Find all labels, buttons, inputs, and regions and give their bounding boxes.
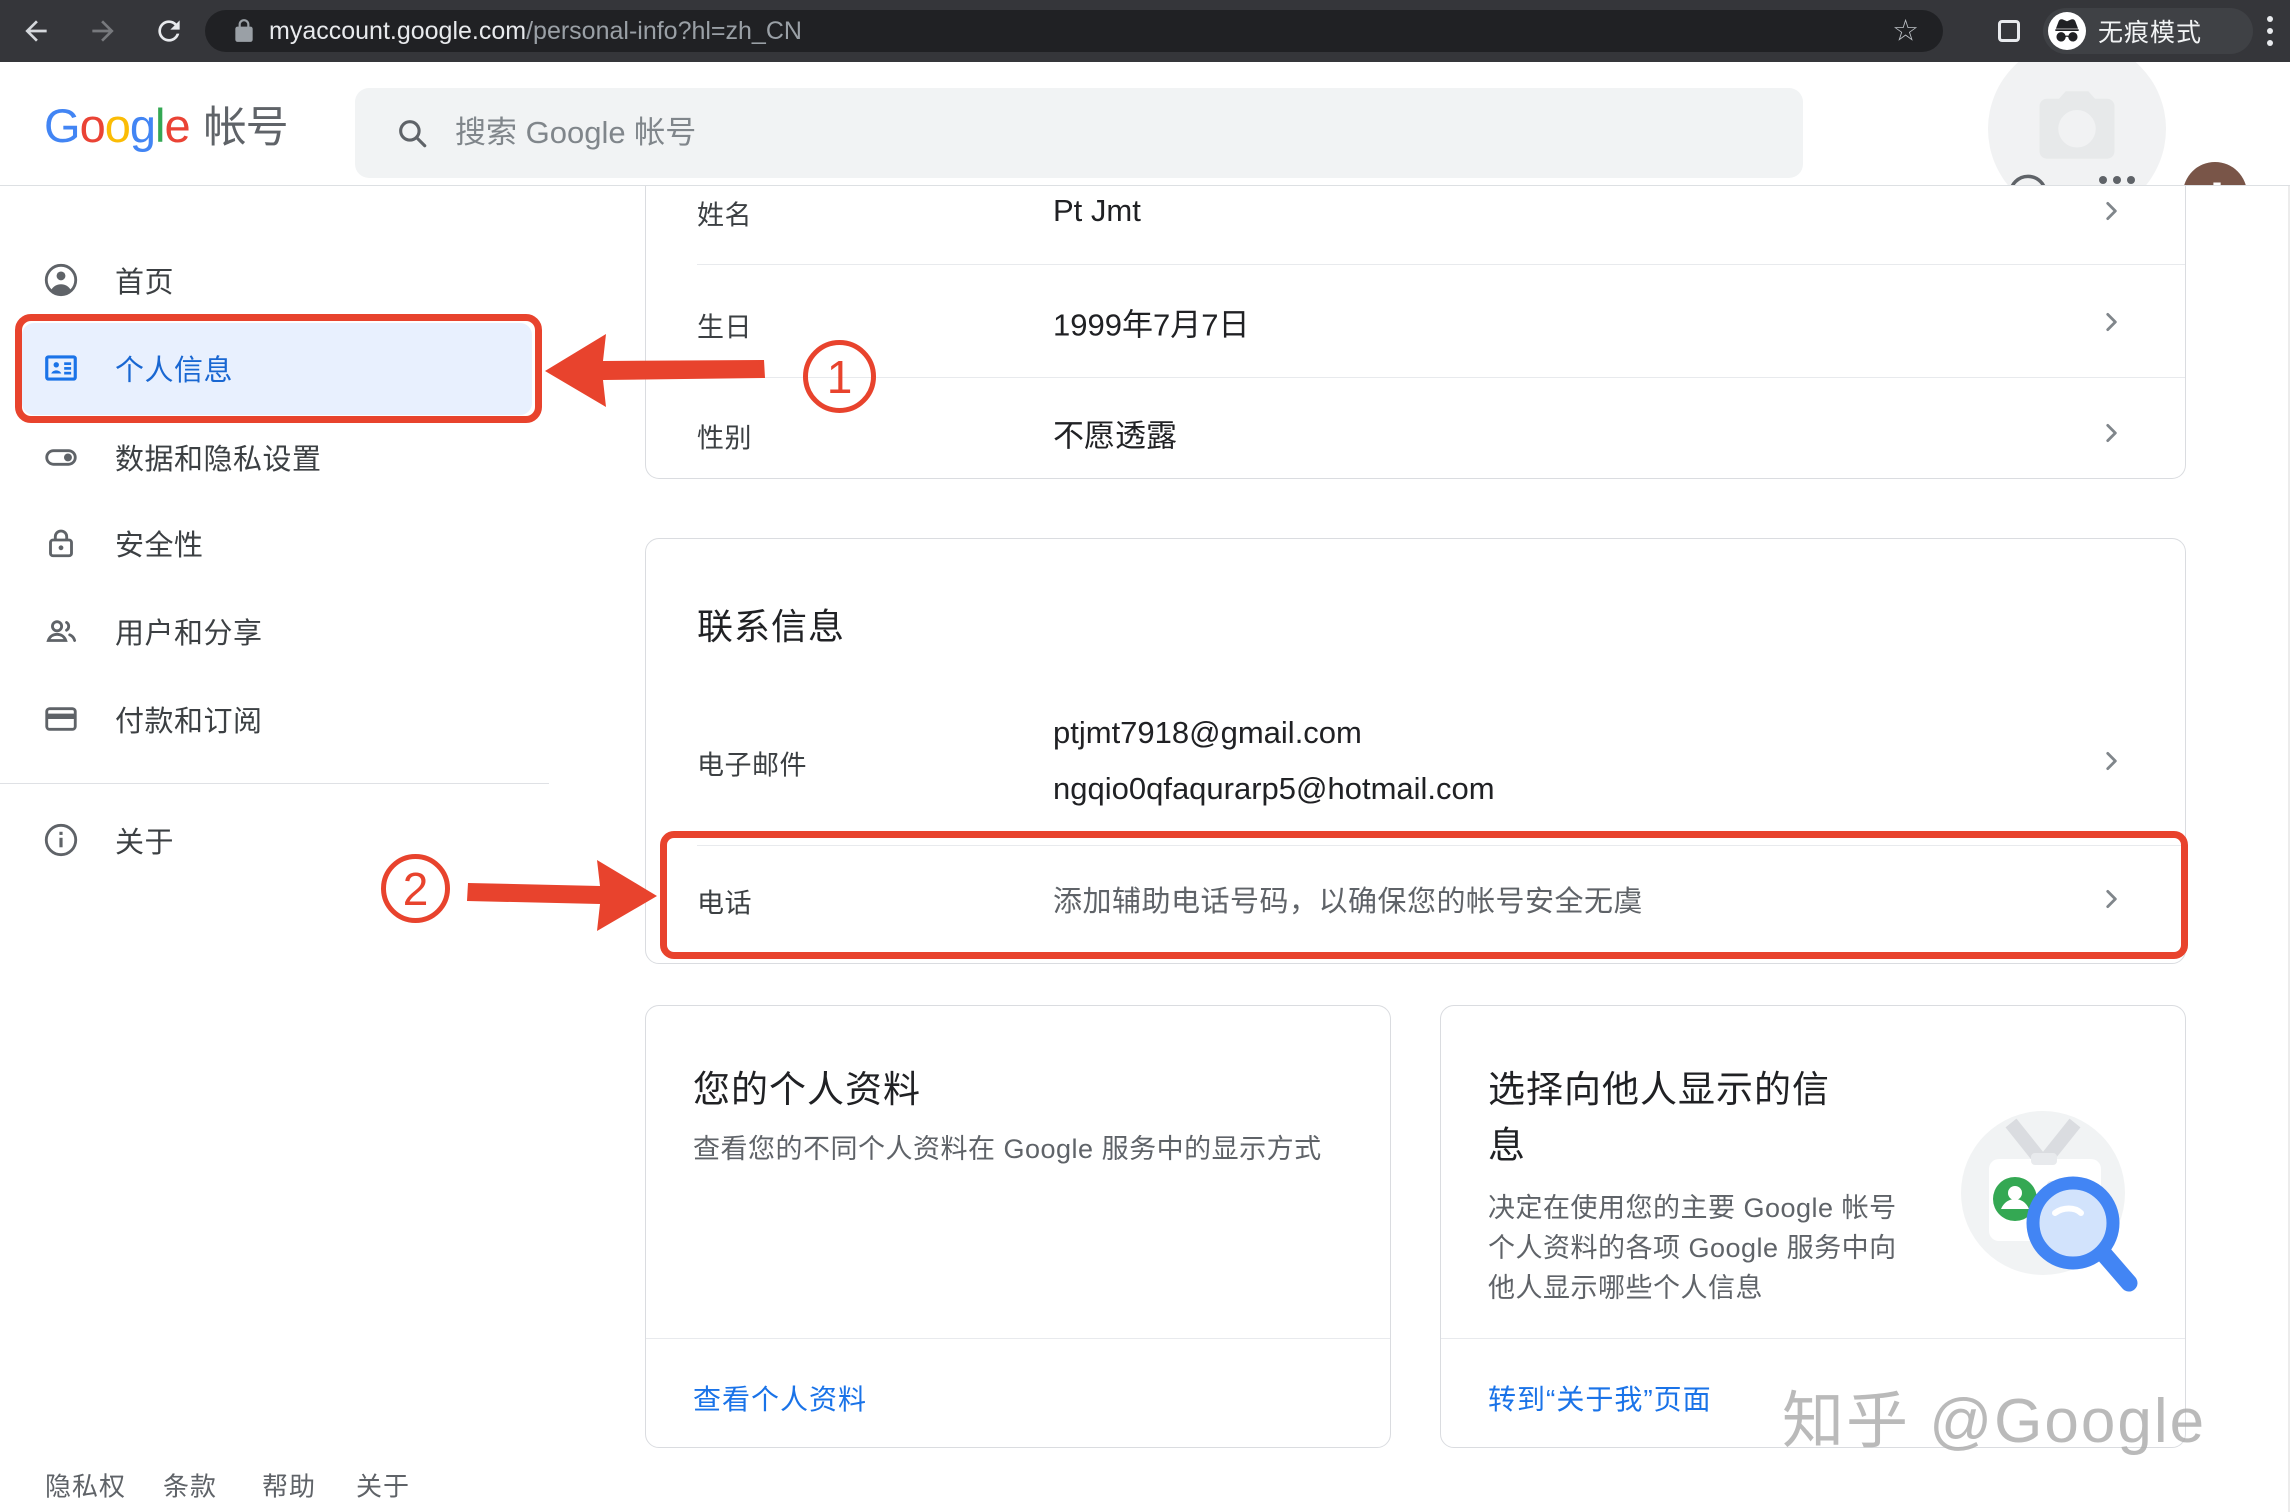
view-profile-link[interactable]: 查看个人资料 [693, 1378, 867, 1418]
sidebar-item-data-privacy[interactable]: 数据和隐私设置 [0, 413, 560, 501]
home-person-icon [42, 261, 80, 299]
chevron-right-icon [2098, 748, 2124, 774]
your-profile-title: 您的个人资料 [693, 1062, 921, 1118]
chevron-right-icon [2098, 420, 2124, 446]
incognito-icon [2048, 12, 2086, 50]
browser-toolbar: myaccount.google.com/personal-info?hl=zh… [0, 0, 2290, 62]
your-profile-desc: 查看您的不同个人资料在 Google 服务中的显示方式 [693, 1129, 1322, 1169]
address-bar[interactable]: myaccount.google.com/personal-info?hl=zh… [205, 10, 1943, 52]
sidebar-item-home[interactable]: 首页 [0, 236, 560, 324]
sidebar-divider [0, 783, 549, 784]
visibility-desc: 决定在使用您的主要 Google 帐号 个人资料的各项 Google 服务中向 … [1488, 1188, 1897, 1308]
forward-button[interactable] [86, 14, 120, 48]
chevron-right-icon [2098, 309, 2124, 335]
svg-text:?: ? [2022, 181, 2035, 186]
gender-label: 性别 [697, 417, 752, 456]
apps-grid-button[interactable] [2099, 176, 2135, 186]
your-profile-card: 您的个人资料 查看您的不同个人资料在 Google 服务中的显示方式 查看个人资… [645, 1005, 1391, 1448]
footer-link-help[interactable]: 帮助 [262, 1467, 316, 1504]
zhihu-watermark: 知乎 @Google [1782, 1370, 2206, 1460]
google-account-page: myaccount.google.com/personal-info?hl=zh… [0, 0, 2290, 1512]
email-value-2: ngqio0qfaqurarp5@hotmail.com [1053, 771, 1495, 807]
birthday-value: 1999年7月7日 [1053, 300, 1249, 345]
chevron-right-icon [2098, 198, 2124, 224]
people-icon [42, 612, 80, 650]
name-label: 姓名 [697, 194, 752, 233]
sidebar-item-payments[interactable]: 付款和订阅 [0, 675, 560, 763]
phone-label: 电话 [697, 882, 752, 921]
footer-link-about[interactable]: 关于 [356, 1467, 410, 1504]
reload-button[interactable] [152, 14, 186, 48]
row-name[interactable] [646, 188, 2186, 264]
email-label: 电子邮件 [697, 744, 807, 783]
toggle-icon [42, 438, 80, 476]
help-button[interactable]: ? [2005, 171, 2051, 186]
sidebar-item-security[interactable]: 安全性 [0, 499, 560, 587]
side-panel-icon[interactable] [1998, 20, 2020, 42]
gender-value: 不愿透露 [1053, 411, 1177, 456]
footer: 隐私权 条款 帮助 关于 [0, 1460, 620, 1510]
incognito-label: 无痕模式 [2098, 13, 2202, 49]
phone-hint: 添加辅助电话号码，以确保您的帐号安全无虞 [1053, 878, 1643, 920]
sidebar-item-people-sharing[interactable]: 用户和分享 [0, 587, 560, 675]
bookmark-star-icon[interactable]: ☆ [1892, 14, 1919, 49]
footer-link-terms[interactable]: 条款 [163, 1467, 217, 1504]
footer-link-privacy[interactable]: 隐私权 [45, 1467, 126, 1504]
contact-card-icon [42, 349, 80, 387]
about-me-link[interactable]: 转到“关于我”页面 [1488, 1378, 1712, 1418]
sidebar-item-personal-info[interactable]: 个人信息 [0, 324, 560, 412]
contact-info-title: 联系信息 [697, 598, 845, 650]
camera-watermark-icon [1988, 62, 2166, 186]
google-account-logo: Google帐号 [44, 93, 288, 155]
visibility-title: 选择向他人显示的信 息 [1488, 1062, 1830, 1174]
search-icon [395, 116, 429, 150]
chevron-right-icon [2098, 886, 2124, 912]
account-avatar[interactable]: J [2183, 162, 2247, 186]
search-input[interactable] [455, 115, 1803, 151]
back-button[interactable] [19, 14, 53, 48]
lock-icon [42, 524, 80, 562]
row-birthday[interactable] [646, 266, 2186, 376]
email-value-1: ptjmt7918@gmail.com [1053, 715, 1362, 751]
row-email[interactable] [646, 690, 2186, 840]
credit-card-icon [42, 700, 80, 738]
birthday-label: 生日 [697, 306, 752, 345]
account-header: Google帐号 ? J [0, 62, 2290, 186]
name-value: Pt Jmt [1053, 193, 1141, 229]
browser-menu-button[interactable] [2262, 12, 2278, 50]
apps-grid-icon [2099, 176, 2135, 186]
incognito-badge: 无痕模式 [2043, 8, 2253, 54]
account-search[interactable] [355, 88, 1803, 178]
row-gender[interactable] [646, 379, 2186, 477]
lock-icon [231, 18, 257, 44]
visibility-illustration [1951, 1101, 2151, 1331]
sidebar-item-about[interactable]: 关于 [0, 796, 560, 884]
url-text: myaccount.google.com/personal-info?hl=zh… [269, 17, 802, 46]
info-icon [42, 821, 80, 859]
